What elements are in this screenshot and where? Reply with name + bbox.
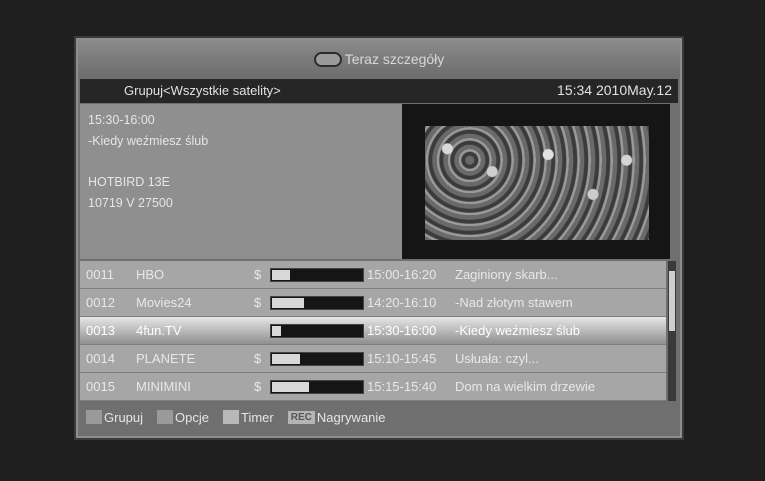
channel-row[interactable]: 0012 Movies24 $ 14:20-16:10 -Nad złotym … [80, 289, 666, 317]
channel-list: 0011 HBO $ 15:00-16:20 Zaginiony skarb..… [80, 261, 666, 401]
preview-image [425, 126, 649, 240]
channel-row[interactable]: 0011 HBO $ 15:00-16:20 Zaginiony skarb..… [80, 261, 666, 289]
red-key-icon [86, 410, 102, 424]
channel-name: Movies24 [136, 295, 192, 310]
group-selector[interactable]: Grupuj<Wszystkie satelity> [124, 83, 281, 98]
program-time: 15:10-15:45 [367, 351, 437, 366]
video-preview [402, 104, 670, 259]
program-title: -Kiedy weźmiesz ślub [455, 323, 580, 338]
progress-fill [272, 353, 300, 364]
transponder-info: 10719 V 27500 [88, 196, 173, 210]
program-info-panel: 15:30-16:00 -Kiedy weźmiesz ślub HOTBIRD… [80, 104, 402, 259]
channel-row-selected[interactable]: 0013 4fun.TV 15:30-16:00 -Kiedy weźmiesz… [80, 317, 666, 345]
scrambled-icon: $ [254, 351, 262, 366]
progress-bar [270, 379, 364, 394]
program-time: 14:20-16:10 [367, 295, 437, 310]
record-label: Nagrywanie [316, 409, 386, 425]
options-key[interactable]: Opcje [157, 410, 209, 425]
program-title: Dom na wielkim drzewie [455, 379, 596, 394]
header-bar: Grupuj<Wszystkie satelity> 15:34 2010May… [80, 79, 678, 103]
program-time: 15:15-15:40 [367, 379, 437, 394]
green-key-icon [157, 410, 174, 424]
channel-name: HBO [136, 267, 165, 282]
channel-number: 0014 [86, 351, 115, 366]
program-title: -Kiedy weźmiesz ślub [88, 134, 209, 148]
record-key[interactable]: REC Nagrywanie [287, 409, 386, 425]
timer-label: Timer [241, 409, 274, 425]
scrambled-icon: $ [254, 295, 262, 310]
scrambled-icon: $ [254, 267, 262, 282]
channel-number: 0011 [86, 267, 114, 282]
epg-window: Teraz szczegóły Grupuj<Wszystkie satelit… [76, 38, 682, 438]
group-label: Grupuj [104, 409, 144, 425]
datetime: 15:34 2010May.12 [557, 82, 672, 98]
program-title: Zaginiony skarb... [455, 267, 558, 282]
progress-bar [270, 267, 364, 282]
yellow-key-icon [223, 410, 239, 424]
program-time: 15:30-16:00 [367, 323, 437, 338]
timer-key[interactable]: Timer [223, 410, 274, 425]
channel-number: 0012 [86, 295, 115, 310]
channel-number: 0015 [86, 379, 115, 394]
progress-fill [272, 325, 282, 336]
satellite-name: HOTBIRD 13E [88, 175, 170, 189]
group-key[interactable]: Grupuj [86, 410, 143, 425]
progress-bar [270, 323, 364, 338]
scrollbar-thumb[interactable] [669, 271, 675, 331]
channel-name: 4fun.TV [136, 323, 182, 338]
program-time: 15:00-16:20 [367, 267, 437, 282]
channel-name: MINIMINI [136, 379, 191, 394]
progress-bar [270, 351, 364, 366]
progress-fill [272, 381, 309, 392]
title-bar: Teraz szczegóły [78, 40, 680, 78]
progress-bar [270, 295, 364, 310]
program-title: Usłuała: czyl... [455, 351, 539, 366]
scrambled-icon: $ [254, 379, 262, 394]
program-title: -Nad złotym stawem [455, 295, 573, 310]
channel-name: PLANETE [136, 351, 196, 366]
program-time: 15:30-16:00 [88, 113, 155, 127]
channel-number: 0013 [86, 323, 115, 338]
progress-fill [272, 297, 305, 308]
options-label: Opcje [175, 409, 209, 425]
channel-row[interactable]: 0015 MINIMINI $ 15:15-15:40 Dom na wielk… [80, 373, 666, 401]
channel-row[interactable]: 0014 PLANETE $ 15:10-15:45 Usłuała: czyl… [80, 345, 666, 373]
footer-legend: Grupuj Opcje Timer REC Nagrywanie [80, 402, 678, 432]
info-icon [313, 51, 342, 67]
progress-fill [272, 269, 291, 280]
rec-badge: REC [287, 410, 315, 424]
window-title: Teraz szczegóły [344, 51, 445, 67]
scrollbar[interactable] [668, 261, 676, 401]
